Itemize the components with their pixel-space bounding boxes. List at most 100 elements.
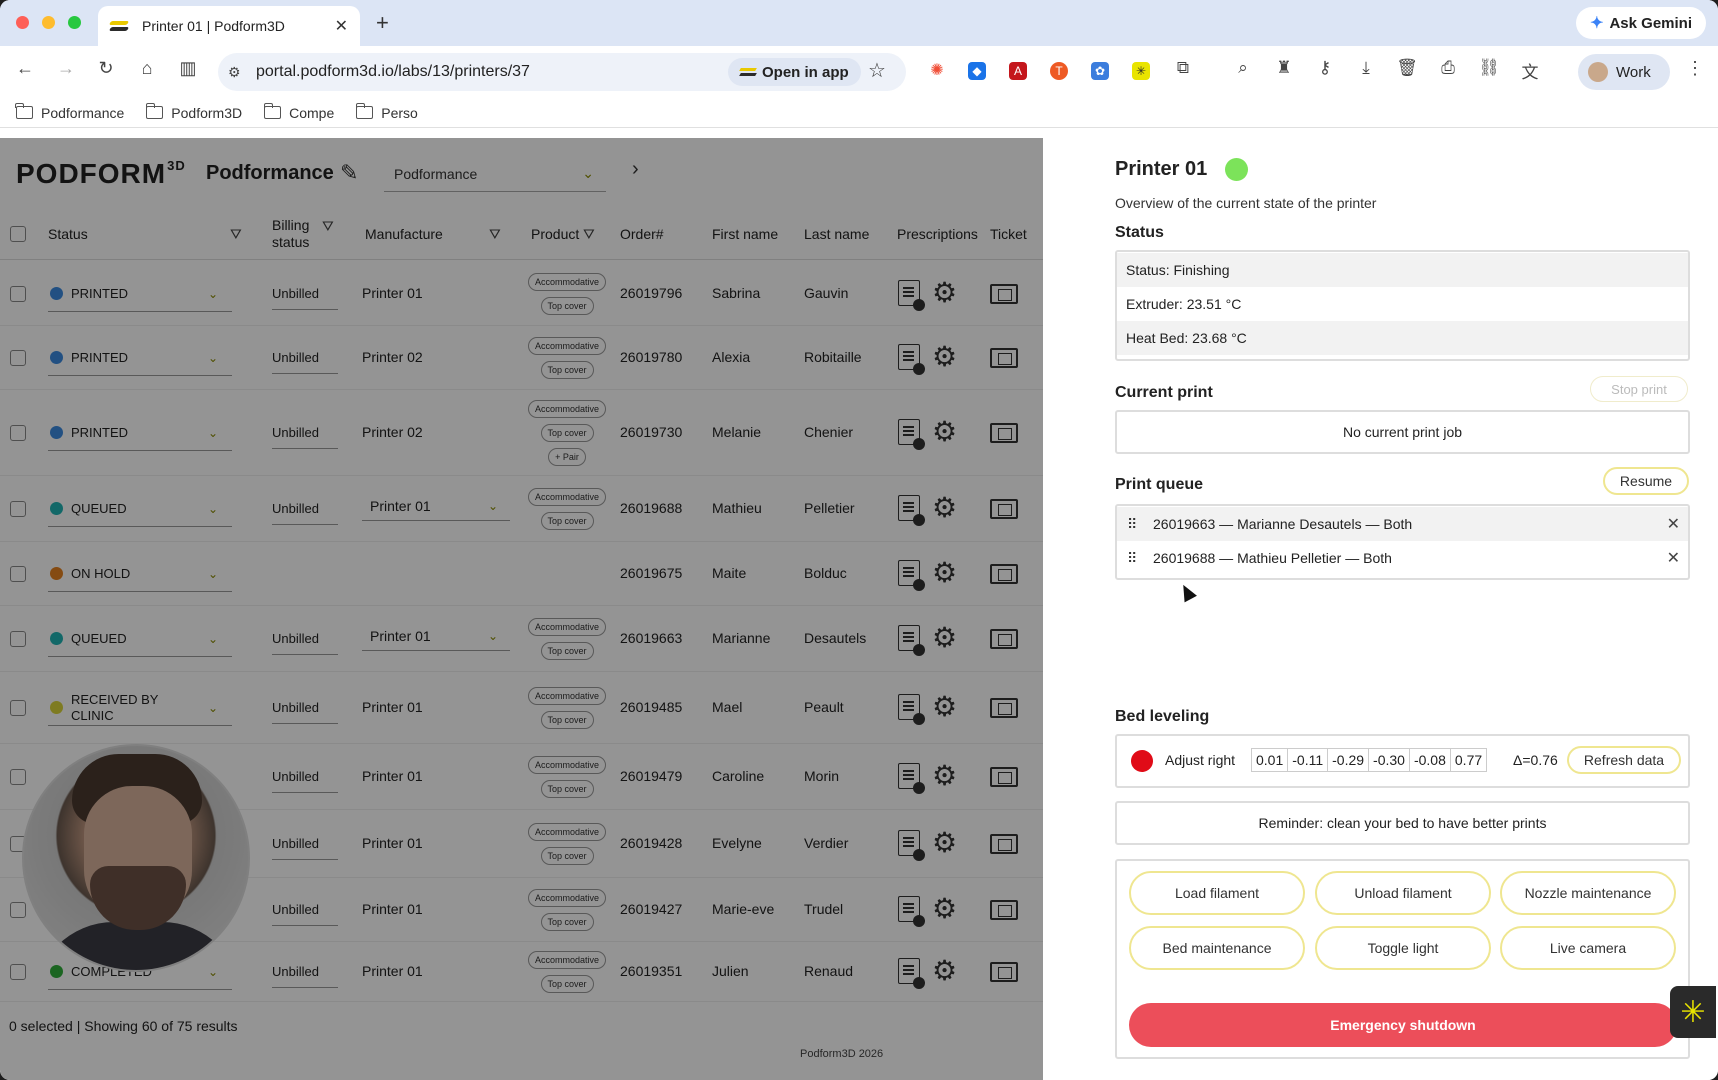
drag-handle-icon[interactable]: ⠿	[1127, 550, 1139, 567]
resume-button[interactable]: Resume	[1603, 467, 1689, 495]
status-select[interactable]: QUEUED ⌄	[48, 491, 232, 527]
order-number[interactable]: 26019351	[620, 963, 682, 979]
settings-gear-icon[interactable]: ⚙	[932, 693, 957, 721]
forward-icon[interactable]: →	[54, 58, 78, 79]
col-ticket[interactable]: Ticket	[990, 208, 1027, 260]
table-row[interactable]: PRINTED ⌄ Unbilled Printer 02 Accommodative…	[0, 326, 1043, 390]
remove-icon[interactable]: ✕	[1667, 548, 1680, 568]
refresh-data-button[interactable]: Refresh data	[1567, 746, 1681, 774]
order-number[interactable]: 26019688	[620, 500, 682, 516]
minimize-window-button[interactable]	[42, 16, 55, 29]
extension-yellow-icon[interactable]: ✳	[1132, 62, 1150, 80]
reload-icon[interactable]: ↻	[94, 58, 118, 79]
status-select[interactable]: RECEIVED BY CLINIC ⌄	[48, 690, 232, 726]
billing-status[interactable]: Unbilled	[272, 956, 338, 988]
col-order[interactable]: Order#	[620, 208, 664, 260]
extension-blue-icon[interactable]: ◆	[968, 62, 986, 80]
settings-gear-icon[interactable]: ⚙	[932, 559, 957, 587]
status-select[interactable]: ON HOLD ⌄	[48, 556, 232, 592]
product-filter-icon[interactable]: ⛛	[583, 208, 595, 260]
billing-status[interactable]: Unbilled	[272, 417, 338, 449]
row-checkbox[interactable]	[10, 566, 26, 582]
bed-maintenance-button[interactable]: Bed maintenance	[1129, 926, 1305, 970]
row-checkbox[interactable]	[10, 425, 26, 441]
ticket-icon[interactable]	[990, 348, 1018, 368]
open-in-app-button[interactable]: Open in app	[728, 58, 861, 86]
prescription-document-icon[interactable]	[898, 694, 925, 725]
order-number[interactable]: 26019796	[620, 285, 682, 301]
prescription-document-icon[interactable]	[898, 896, 925, 927]
row-checkbox[interactable]	[10, 700, 26, 716]
prescription-document-icon[interactable]	[898, 958, 925, 989]
search-tab-icon[interactable]: ⌕	[1232, 58, 1254, 78]
row-checkbox[interactable]	[10, 964, 26, 980]
row-checkbox[interactable]	[10, 902, 26, 918]
status-select[interactable]: QUEUED ⌄	[48, 621, 232, 657]
billing-status[interactable]: Unbilled	[272, 828, 338, 860]
remove-icon[interactable]: ✕	[1667, 514, 1680, 534]
prescription-document-icon[interactable]	[898, 763, 925, 794]
profile-button[interactable]: Work	[1578, 54, 1670, 90]
table-row[interactable]: RECEIVED BY CLINIC ⌄ Unbilled Printer 01 Ac…	[0, 672, 1043, 744]
ticket-icon[interactable]	[990, 900, 1018, 920]
site-settings-icon[interactable]: ⚙	[228, 64, 248, 81]
toggle-light-button[interactable]: Toggle light	[1315, 926, 1491, 970]
extension-orange-icon[interactable]: T	[1050, 62, 1068, 80]
table-row[interactable]: PRINTED ⌄ Unbilled Printer 01 Accommodative…	[0, 262, 1043, 326]
drag-handle-icon[interactable]: ⠿	[1127, 516, 1139, 533]
table-row[interactable]: PRINTED ⌄ Unbilled Printer 02 Accommodative…	[0, 390, 1043, 476]
incognito-icon[interactable]: ♜	[1273, 58, 1295, 78]
settings-gear-icon[interactable]: ⚙	[932, 418, 957, 446]
emergency-shutdown-button[interactable]: Emergency shutdown	[1129, 1003, 1677, 1047]
link-icon[interactable]: ⛓	[1478, 58, 1500, 78]
prescription-document-icon[interactable]	[898, 344, 925, 375]
chevron-right-icon[interactable]: ›	[632, 158, 639, 181]
extension-pdf-icon[interactable]: A	[1009, 62, 1027, 80]
order-number[interactable]: 26019780	[620, 349, 682, 365]
ticket-icon[interactable]	[990, 698, 1018, 718]
prescription-document-icon[interactable]	[898, 495, 925, 526]
order-number[interactable]: 26019485	[620, 699, 682, 715]
billing-status[interactable]: Unbilled	[272, 493, 338, 525]
queue-item[interactable]: ⠿ 26019663 — Marianne Desautels — Both ✕	[1117, 507, 1688, 541]
settings-gear-icon[interactable]: ⚙	[932, 279, 957, 307]
split-view-icon[interactable]: ▥	[176, 58, 200, 79]
menu-kebab-icon[interactable]: ⋮	[1686, 58, 1704, 79]
bookmark-star-icon[interactable]: ☆	[868, 58, 886, 83]
extension-sparkle-icon[interactable]: ✺	[928, 62, 946, 80]
stop-print-button[interactable]: Stop print	[1590, 376, 1688, 402]
load-filament-button[interactable]: Load filament	[1129, 871, 1305, 915]
ticket-icon[interactable]	[990, 564, 1018, 584]
order-number[interactable]: 26019479	[620, 768, 682, 784]
live-camera-button[interactable]: Live camera	[1500, 926, 1676, 970]
ticket-icon[interactable]	[990, 423, 1018, 443]
col-product[interactable]: Product	[531, 208, 579, 260]
maximize-window-button[interactable]	[68, 16, 81, 29]
col-billing[interactable]: Billing status	[272, 208, 322, 260]
status-select[interactable]: PRINTED ⌄	[48, 340, 232, 376]
edit-pencil-icon[interactable]: ✎	[340, 160, 358, 186]
order-number[interactable]: 26019730	[620, 424, 682, 440]
manufacture-select[interactable]: Printer 01 ⌄	[362, 491, 510, 521]
table-row[interactable]: QUEUED ⌄ Unbilled Printer 01 ⌄ Accommodative…	[0, 606, 1043, 672]
settings-gear-icon[interactable]: ⚙	[932, 762, 957, 790]
manufacture-select[interactable]: Printer 01 ⌄	[362, 621, 510, 651]
billing-status[interactable]: Unbilled	[272, 278, 338, 310]
col-status[interactable]: Status	[48, 208, 88, 260]
row-checkbox[interactable]	[10, 769, 26, 785]
extensions-puzzle-icon[interactable]: ⧉	[1172, 58, 1194, 78]
password-key-icon[interactable]: ⚷	[1314, 58, 1336, 78]
ask-gemini-button[interactable]: ✦ Ask Gemini	[1576, 7, 1706, 39]
bookmark-folder[interactable]: Podform3D	[145, 103, 242, 121]
settings-gear-icon[interactable]: ⚙	[932, 624, 957, 652]
col-manufacture[interactable]: Manufacture	[365, 208, 443, 260]
ticket-icon[interactable]	[990, 629, 1018, 649]
order-number[interactable]: 26019675	[620, 565, 682, 581]
prescription-document-icon[interactable]	[898, 830, 925, 861]
order-number[interactable]: 26019427	[620, 901, 682, 917]
prescription-document-icon[interactable]	[898, 625, 925, 656]
settings-gear-icon[interactable]: ⚙	[932, 957, 957, 985]
select-all-checkbox[interactable]	[10, 226, 26, 242]
queue-item[interactable]: ⠿ 26019688 — Mathieu Pelletier — Both ✕	[1117, 541, 1688, 575]
col-prescriptions[interactable]: Prescriptions	[897, 208, 978, 260]
